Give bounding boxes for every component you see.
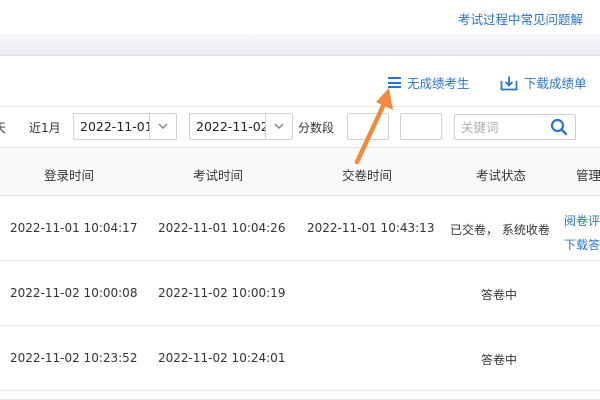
end-date-picker[interactable]: 2022-11-02 <box>189 113 293 140</box>
no-score-students-button[interactable]: 无成绩考生 <box>388 73 470 92</box>
table-row <box>0 391 600 400</box>
quick-range-last-month[interactable]: 近1月 <box>29 119 61 136</box>
keyword-input[interactable] <box>455 119 549 135</box>
end-date-dropdown[interactable] <box>265 114 292 139</box>
no-score-students-label: 无成绩考生 <box>407 76 470 91</box>
start-date-picker[interactable]: 2022-11-01 <box>73 113 177 140</box>
exam-time-cell: 2022-11-02 10:00:19 <box>158 286 286 300</box>
login-time-cell: 2022-11-02 10:00:08 <box>10 286 138 300</box>
chevron-down-icon <box>274 123 284 130</box>
exam-time-cell: 2022-11-02 10:24:01 <box>158 351 286 365</box>
login-time-cell: 2022-11-02 10:23:52 <box>10 351 138 365</box>
status-cell: 已交卷， 系统收卷 <box>450 223 550 237</box>
keyword-search-box <box>454 114 576 140</box>
download-scores-label: 下载成绩单 <box>524 76 587 91</box>
status-cell: 答卷中 <box>481 353 518 367</box>
list-icon <box>388 77 401 88</box>
end-date-value: 2022-11-02 <box>196 119 266 134</box>
top-bar: 考试过程中常见问题解 <box>0 0 600 34</box>
header-manage: 管理 <box>576 168 600 183</box>
faq-link[interactable]: 考试过程中常见问题解 <box>458 9 583 28</box>
table-row: 2022-11-02 10:23:52 2022-11-02 10:24:01 … <box>0 326 600 391</box>
download-icon <box>500 76 518 90</box>
table-row: 2022-11-01 10:04:17 2022-11-01 10:04:26 … <box>0 196 600 261</box>
status-cell: 答卷中 <box>481 288 518 302</box>
header-submit-time: 交卷时间 <box>342 168 393 183</box>
submit-time-cell: 2022-11-01 10:43:13 <box>307 221 435 235</box>
table-header: 登录时间 考试时间 交卷时间 考试状态 管理 <box>0 147 600 196</box>
download-answer-link[interactable]: 下载答 <box>564 233 600 257</box>
start-date-value: 2022-11-01 <box>80 119 150 134</box>
table-row: 2022-11-02 10:00:08 2022-11-02 10:00:19 … <box>0 261 600 326</box>
exam-time-cell: 2022-11-01 10:04:26 <box>158 221 286 235</box>
quick-range-yesterday[interactable]: 天 <box>0 119 6 136</box>
start-date-dropdown[interactable] <box>149 114 176 139</box>
chevron-down-icon <box>158 123 168 130</box>
header-login-time: 登录时间 <box>44 168 95 183</box>
header-status: 考试状态 <box>476 168 527 183</box>
manage-links: 阅卷评 下载答 <box>564 209 600 257</box>
download-scores-button[interactable]: 下载成绩单 <box>500 73 587 92</box>
score-min-input[interactable] <box>347 113 389 140</box>
header-separator <box>0 34 600 56</box>
score-range-label: 分数段 <box>298 121 335 135</box>
review-link[interactable]: 阅卷评 <box>564 209 600 233</box>
header-exam-time: 考试时间 <box>193 168 244 183</box>
score-max-input[interactable] <box>400 113 442 140</box>
search-icon[interactable] <box>549 117 569 137</box>
login-time-cell: 2022-11-01 10:04:17 <box>10 221 138 235</box>
filter-divider <box>0 106 600 107</box>
